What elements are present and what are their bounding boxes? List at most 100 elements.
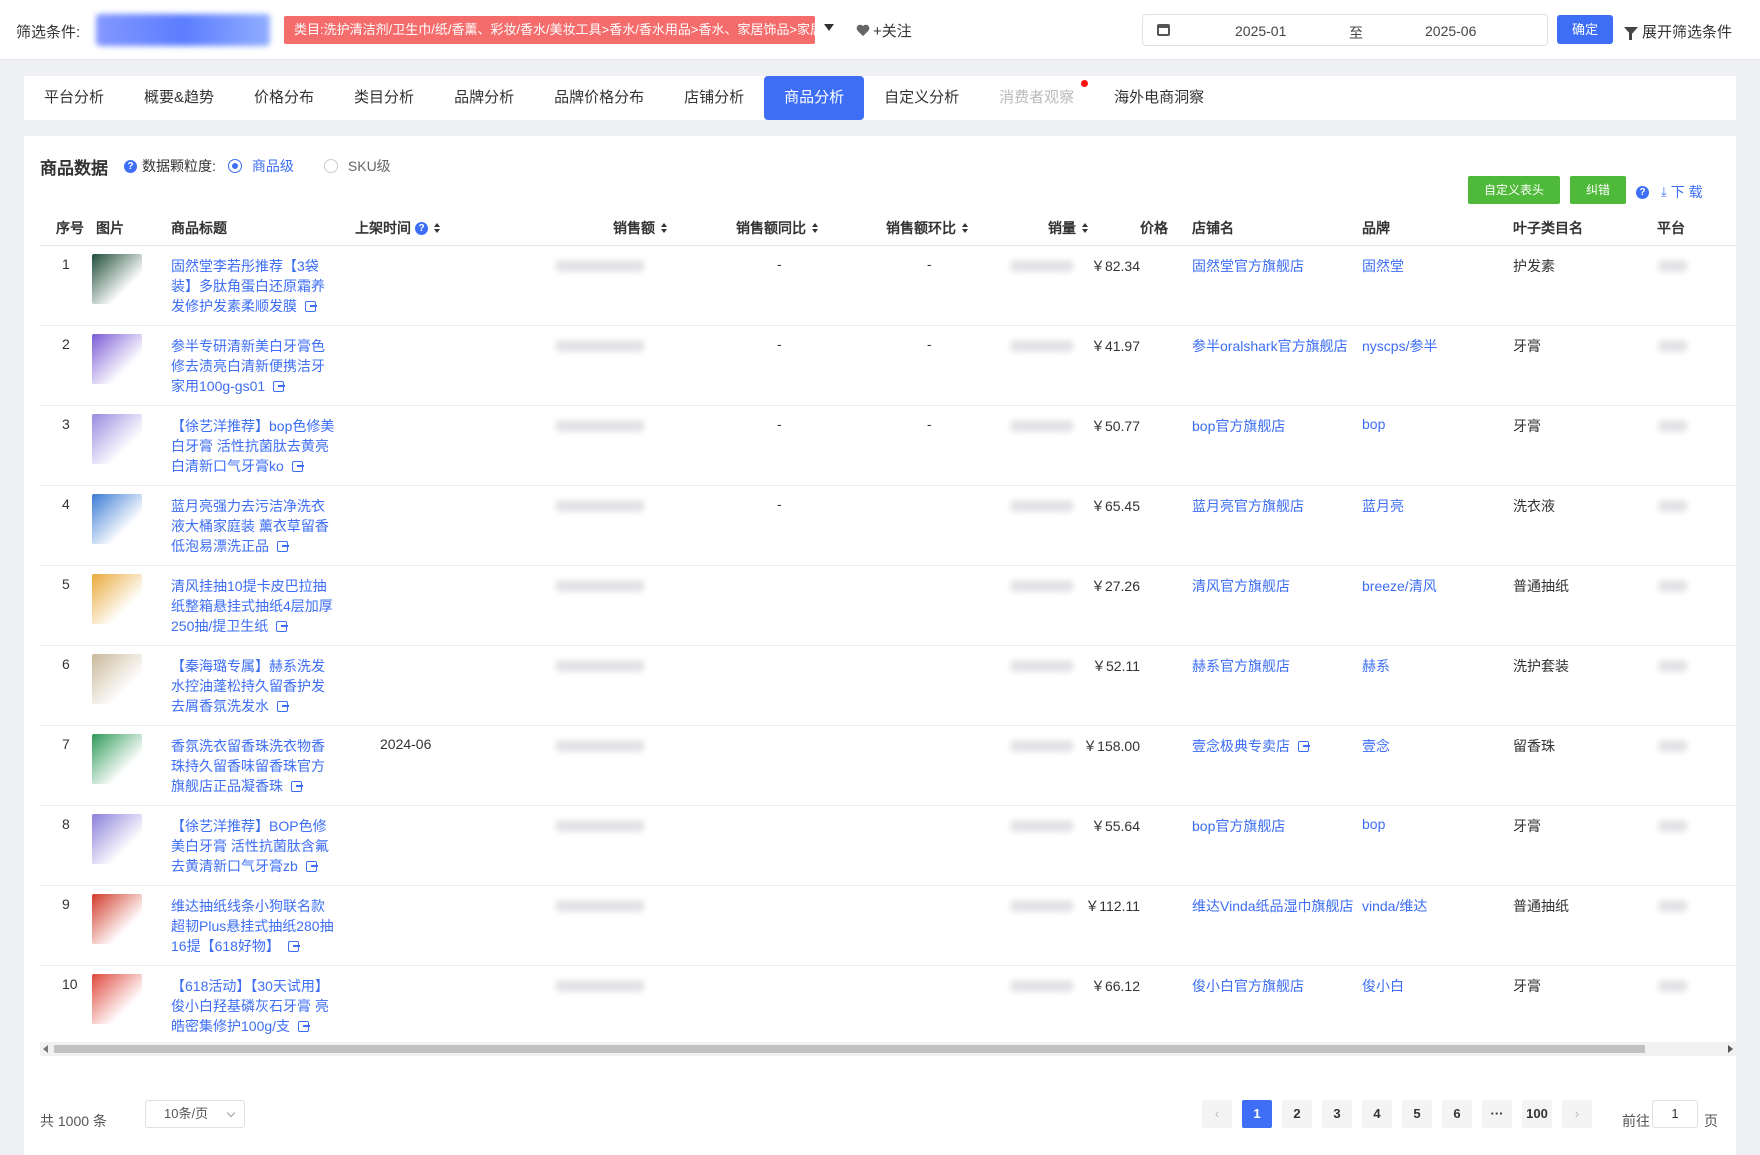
shop-link[interactable]: 俊小白官方旗舰店	[1192, 976, 1304, 996]
goto-page-input[interactable]: 1	[1652, 1100, 1698, 1128]
date-start[interactable]: 2025-01	[1235, 23, 1286, 39]
brand-link[interactable]: bop	[1362, 416, 1385, 432]
tab-7[interactable]: 商品分析	[764, 76, 865, 120]
product-thumbnail[interactable]	[92, 494, 142, 544]
product-thumbnail[interactable]	[92, 574, 142, 624]
expand-filter-button[interactable]: 展开筛选条件	[1624, 21, 1732, 42]
correct-button[interactable]: 纠错	[1570, 176, 1626, 204]
scrollbar-thumb[interactable]	[54, 1045, 1645, 1053]
radio-sku-level[interactable]: SKU级	[323, 156, 391, 176]
brand-link[interactable]: vinda/维达	[1362, 896, 1427, 916]
col-sales[interactable]: 销售额	[613, 218, 667, 238]
external-link-icon[interactable]	[291, 461, 304, 472]
tab-5[interactable]: 品牌价格分布	[534, 76, 664, 120]
next-page-icon[interactable]: ›	[1562, 1100, 1592, 1128]
external-link-icon[interactable]	[276, 621, 289, 632]
follow-button[interactable]: +关注	[856, 20, 912, 41]
external-link-icon[interactable]	[287, 941, 300, 952]
help-icon[interactable]: ?	[1636, 185, 1649, 199]
product-thumbnail[interactable]	[92, 814, 142, 864]
external-link-icon[interactable]	[298, 1021, 311, 1032]
shop-link[interactable]: 赫系官方旗舰店	[1192, 656, 1290, 676]
col-sales-yoy[interactable]: 销售额同比	[736, 218, 818, 238]
shop-link[interactable]: 壹念极典专卖店	[1192, 736, 1310, 756]
brand-link[interactable]: 俊小白	[1362, 976, 1404, 996]
page-button[interactable]: 2	[1282, 1100, 1312, 1128]
radio-product-level[interactable]: 商品级	[227, 156, 294, 176]
external-link-icon[interactable]	[1298, 741, 1310, 752]
page-button[interactable]: 1	[1242, 1100, 1272, 1128]
shop-link[interactable]: 清风官方旗舰店	[1192, 576, 1290, 596]
product-title-link[interactable]: 【徐艺洋推荐】BOP色修美白牙膏 活性抗菌肽含氟去黄清新口气牙膏zb	[171, 816, 337, 876]
brand-link[interactable]: 壹念	[1362, 736, 1390, 756]
page-button[interactable]: ···	[1482, 1100, 1512, 1128]
product-thumbnail[interactable]	[92, 734, 142, 784]
page-button[interactable]: 5	[1402, 1100, 1432, 1128]
shop-link[interactable]: 固然堂官方旗舰店	[1192, 256, 1304, 276]
external-link-icon[interactable]	[305, 301, 317, 312]
product-title-link[interactable]: 【618活动】【30天试用】俊小白羟基磷灰石牙膏 亮皓密集修护100g/支	[171, 976, 337, 1036]
external-link-icon[interactable]	[291, 781, 303, 792]
external-link-icon[interactable]	[273, 381, 286, 392]
brand-link[interactable]: nyscps/参半	[1362, 336, 1437, 356]
page-size-select[interactable]: 10条/页	[145, 1100, 245, 1128]
tab-10[interactable]: 海外电商洞察	[1094, 76, 1224, 120]
col-sales-mom[interactable]: 销售额环比	[886, 218, 968, 238]
blurred-filter-chip[interactable]	[96, 14, 270, 46]
brand-link[interactable]: bop	[1362, 816, 1385, 832]
sort-icon[interactable]	[812, 223, 818, 233]
col-volume[interactable]: 销量	[1048, 218, 1088, 238]
external-link-icon[interactable]	[277, 701, 289, 712]
product-thumbnail[interactable]	[92, 654, 142, 704]
product-thumbnail[interactable]	[92, 254, 142, 304]
category-dropdown-icon[interactable]	[824, 24, 834, 31]
tab-3[interactable]: 类目分析	[334, 76, 434, 120]
page-button[interactable]: 3	[1322, 1100, 1352, 1128]
tab-6[interactable]: 店铺分析	[664, 76, 764, 120]
tab-4[interactable]: 品牌分析	[434, 76, 534, 120]
sort-icon[interactable]	[962, 223, 968, 233]
product-thumbnail[interactable]	[92, 334, 142, 384]
product-title-link[interactable]: 固然堂李若彤推荐【3袋装】多肽角蛋白还原霜养发修护发素柔顺发膜	[171, 256, 337, 316]
brand-link[interactable]: 固然堂	[1362, 256, 1404, 276]
custom-header-button[interactable]: 自定义表头	[1468, 176, 1560, 204]
page-button[interactable]: 100	[1522, 1100, 1552, 1128]
sort-icon[interactable]	[1082, 223, 1088, 233]
shop-link[interactable]: bop官方旗舰店	[1192, 816, 1285, 836]
product-title-link[interactable]: 参半专研清新美白牙膏色修去渍亮白清新便携洁牙家用100g-gs01	[171, 336, 337, 396]
date-range-picker[interactable]: 2025-01 至 2025-06	[1142, 14, 1548, 46]
external-link-icon[interactable]	[305, 861, 318, 872]
sort-icon[interactable]	[661, 223, 667, 233]
help-icon[interactable]: ?	[124, 159, 137, 173]
sort-icon[interactable]	[434, 223, 440, 233]
page-button[interactable]: 4	[1362, 1100, 1392, 1128]
tab-0[interactable]: 平台分析	[24, 76, 124, 120]
prev-page-icon[interactable]: ‹	[1202, 1100, 1232, 1128]
brand-link[interactable]: breeze/清风	[1362, 576, 1437, 596]
tab-1[interactable]: 概要&趋势	[124, 76, 234, 120]
scroll-right-icon[interactable]	[1728, 1045, 1733, 1053]
shop-link[interactable]: 蓝月亮官方旗舰店	[1192, 496, 1304, 516]
help-icon[interactable]: ?	[415, 221, 428, 235]
product-thumbnail[interactable]	[92, 894, 142, 944]
product-title-link[interactable]: 维达抽纸线条小狗联名款超韧Plus悬挂式抽纸280抽16提【618好物】	[171, 896, 337, 956]
confirm-button[interactable]: 确定	[1557, 15, 1613, 44]
product-title-link[interactable]: 香氛洗衣留香珠洗衣物香珠持久留香味留香珠官方旗舰店正品凝香珠	[171, 736, 337, 796]
page-button[interactable]: 6	[1442, 1100, 1472, 1128]
shop-link[interactable]: 参半oralshark官方旗舰店	[1192, 336, 1348, 356]
shop-link[interactable]: 维达Vinda纸品湿巾旗舰店	[1192, 896, 1354, 916]
brand-link[interactable]: 赫系	[1362, 656, 1390, 676]
product-thumbnail[interactable]	[92, 974, 142, 1024]
tab-2[interactable]: 价格分布	[234, 76, 334, 120]
scroll-left-icon[interactable]	[43, 1045, 48, 1053]
download-button[interactable]: ? ⤓ 下 载	[1636, 182, 1703, 202]
product-title-link[interactable]: 【徐艺洋推荐】bop色修美白牙膏 活性抗菌肽去黄亮白清新口气牙膏ko	[171, 416, 337, 476]
external-link-icon[interactable]	[277, 541, 289, 552]
product-title-link[interactable]: 【秦海璐专属】赫系洗发水控油蓬松持久留香护发去屑香氛洗发水	[171, 656, 337, 716]
tab-8[interactable]: 自定义分析	[864, 76, 979, 120]
product-thumbnail[interactable]	[92, 414, 142, 464]
product-title-link[interactable]: 清风挂抽10提卡皮巴拉抽纸整箱悬挂式抽纸4层加厚250抽/提卫生纸	[171, 576, 337, 636]
horizontal-scrollbar[interactable]	[40, 1042, 1736, 1056]
col-listed-time[interactable]: 上架时间?	[355, 218, 440, 238]
product-title-link[interactable]: 蓝月亮强力去污洁净洗衣液大桶家庭装 薰衣草留香低泡易漂洗正品	[171, 496, 337, 556]
